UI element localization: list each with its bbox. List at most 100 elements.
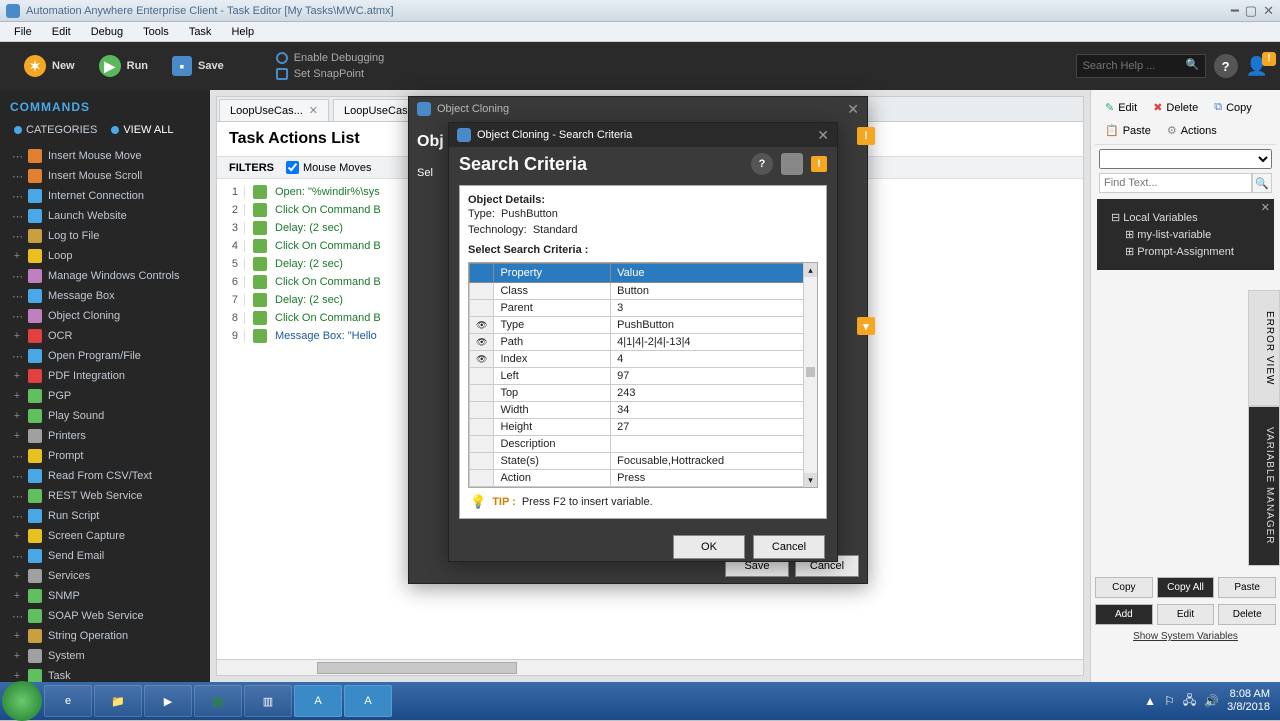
expand-icon[interactable]: ⋯ [12, 350, 22, 363]
expand-icon[interactable]: ⋯ [12, 270, 22, 283]
delete-button[interactable]: ✖Delete [1147, 98, 1204, 117]
value-cell[interactable]: 97 [611, 368, 817, 385]
taskbar-app[interactable]: ▥ [244, 685, 292, 717]
expand-icon[interactable]: ⋯ [12, 190, 22, 203]
paste-var-button[interactable]: Paste [1218, 577, 1276, 598]
table-row[interactable]: Width34 [470, 402, 817, 419]
expand-icon[interactable]: ⋯ [12, 170, 22, 183]
menu-help[interactable]: Help [221, 24, 264, 40]
dialog-close-button[interactable]: ✕ [817, 127, 829, 144]
actions-button[interactable]: ⚙Actions [1161, 121, 1223, 140]
command-item[interactable]: +Play Sound [8, 406, 210, 426]
find-search-icon[interactable]: 🔍 [1252, 173, 1272, 193]
scroll-down-icon[interactable]: ▾ [804, 473, 817, 487]
expand-icon[interactable]: + [12, 570, 22, 582]
value-cell[interactable]: 34 [611, 402, 817, 419]
taskbar-app[interactable]: ▶ [144, 685, 192, 717]
variable-item[interactable]: ⊞ Prompt-Assignment [1111, 243, 1268, 260]
row-selector[interactable] [470, 470, 494, 487]
row-selector[interactable] [470, 436, 494, 453]
value-cell[interactable]: 4 [611, 351, 817, 368]
row-selector[interactable] [470, 453, 494, 470]
command-item[interactable]: +Services [8, 566, 210, 586]
variable-manager-tab[interactable]: VARIABLE MANAGER [1248, 406, 1280, 566]
expand-icon[interactable]: + [12, 650, 22, 662]
command-item[interactable]: ⋯Launch Website [8, 206, 210, 226]
table-row[interactable]: Description [470, 436, 817, 453]
command-item[interactable]: +Loop [8, 246, 210, 266]
menu-edit[interactable]: Edit [42, 24, 81, 40]
command-item[interactable]: ⋯Prompt [8, 446, 210, 466]
taskbar-aa[interactable]: A [294, 685, 342, 717]
value-cell[interactable]: 3 [611, 300, 817, 317]
command-item[interactable]: ⋯Insert Mouse Move [8, 146, 210, 166]
command-item[interactable]: +PDF Integration [8, 366, 210, 386]
horizontal-scrollbar[interactable] [217, 659, 1083, 675]
expand-icon[interactable]: + [12, 630, 22, 642]
expand-icon[interactable]: ⋯ [12, 610, 22, 623]
help-icon[interactable]: ? [751, 153, 773, 175]
tray-icon[interactable]: ▲ [1144, 694, 1156, 708]
value-cell[interactable] [611, 436, 817, 453]
expand-icon[interactable]: + [12, 330, 22, 342]
table-row[interactable]: Height27 [470, 419, 817, 436]
enable-debugging-button[interactable]: Enable Debugging [276, 52, 385, 64]
tray-clock[interactable]: 8:08 AM 3/8/2018 [1227, 688, 1270, 714]
command-item[interactable]: +System [8, 646, 210, 666]
value-cell[interactable]: PushButton [611, 317, 817, 334]
scrollbar-thumb[interactable] [806, 367, 815, 377]
user-icon[interactable] [781, 153, 803, 175]
row-selector[interactable] [470, 368, 494, 385]
search-icon[interactable]: 🔍 [1186, 58, 1200, 71]
viewall-tab[interactable]: VIEW ALL [105, 122, 179, 138]
expand-icon[interactable]: ⋯ [12, 290, 22, 303]
add-var-button[interactable]: Add [1095, 604, 1153, 625]
table-row[interactable]: Path4|1|4|-2|4|-13|4 [470, 334, 817, 351]
close-button[interactable]: ✕ [1263, 4, 1274, 17]
table-row[interactable]: Index4 [470, 351, 817, 368]
taskbar-explorer[interactable]: 📁 [94, 685, 142, 717]
set-snappoint-button[interactable]: Set SnapPoint [276, 68, 385, 80]
command-item[interactable]: +String Operation [8, 626, 210, 646]
expand-icon[interactable]: ⋯ [12, 230, 22, 243]
expand-icon[interactable]: + [12, 430, 22, 442]
menu-task[interactable]: Task [179, 24, 222, 40]
file-tab[interactable]: LoopUseCas...✕ [219, 99, 329, 121]
row-selector[interactable] [470, 300, 494, 317]
row-selector[interactable] [470, 334, 494, 351]
value-cell[interactable]: 4|1|4|-2|4|-13|4 [611, 334, 817, 351]
table-row[interactable]: ClassButton [470, 283, 817, 300]
command-item[interactable]: ⋯Read From CSV/Text [8, 466, 210, 486]
command-item[interactable]: ⋯Message Box [8, 286, 210, 306]
variable-item[interactable]: ⊞ my-list-variable [1111, 226, 1268, 243]
value-column[interactable]: Value [611, 264, 817, 283]
property-column[interactable]: Property [494, 264, 611, 283]
expand-icon[interactable]: + [12, 530, 22, 542]
tab-close-icon[interactable]: ✕ [309, 104, 318, 117]
expand-icon[interactable]: ⋯ [12, 550, 22, 563]
copy-button[interactable]: ⧉Copy [1208, 98, 1258, 117]
taskbar-ie[interactable]: e [44, 685, 92, 717]
command-item[interactable]: ⋯Insert Mouse Scroll [8, 166, 210, 186]
minimize-button[interactable]: ━ [1231, 4, 1239, 17]
value-cell[interactable]: Press [611, 470, 817, 487]
command-item[interactable]: ⋯Internet Connection [8, 186, 210, 206]
command-item[interactable]: ⋯Open Program/File [8, 346, 210, 366]
row-selector[interactable] [470, 317, 494, 334]
show-system-variables-link[interactable]: Show System Variables [1095, 631, 1276, 642]
expand-icon[interactable]: ⋯ [12, 490, 22, 503]
filter-select[interactable] [1099, 149, 1272, 169]
edit-button[interactable]: ✎Edit [1099, 98, 1143, 117]
menu-debug[interactable]: Debug [81, 24, 133, 40]
table-row[interactable]: Parent3 [470, 300, 817, 317]
row-selector[interactable] [470, 351, 494, 368]
taskbar-excel[interactable]: ▦ [194, 685, 242, 717]
table-row[interactable]: TypePushButton [470, 317, 817, 334]
help-button[interactable]: ? [1214, 54, 1238, 78]
expand-icon[interactable]: ⋯ [12, 450, 22, 463]
command-item[interactable]: +PGP [8, 386, 210, 406]
tray-sound-icon[interactable]: 🔊 [1204, 694, 1219, 708]
maximize-button[interactable]: ▢ [1245, 4, 1257, 17]
ok-button[interactable]: OK [673, 535, 745, 559]
copy-var-button[interactable]: Copy [1095, 577, 1153, 598]
